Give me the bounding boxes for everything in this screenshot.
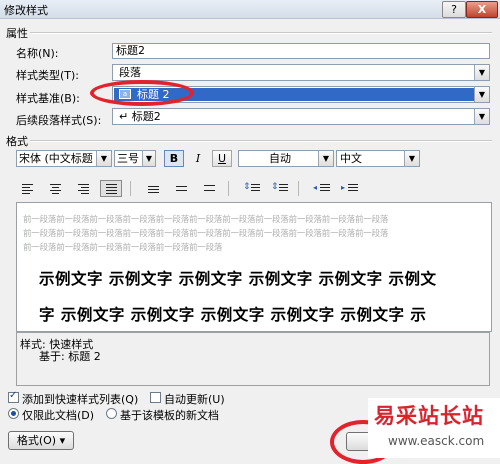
title-bar: 修改样式 ? X xyxy=(0,0,500,19)
radio-selected-dot xyxy=(11,411,16,416)
format-divider xyxy=(30,140,492,142)
watermark: 易采站长站 www.easck.com xyxy=(368,398,500,458)
style-type-value: 段落 xyxy=(119,66,141,79)
bold-button[interactable]: B xyxy=(164,150,184,167)
space-after-icon[interactable]: ⇕ xyxy=(268,180,290,197)
font-size-select[interactable]: 三号 ▼ xyxy=(114,150,156,167)
underline-button[interactable]: U xyxy=(212,150,232,167)
toolbar-separator xyxy=(228,181,229,196)
preview-prev-paragraph-line: 前一段落前一段落前一段落前一段落前一段落前一段落前一段落前一段落前一段落前一段落… xyxy=(23,229,389,239)
watermark-url: www.easck.com xyxy=(388,434,485,448)
next-style-dropdown-icon[interactable]: ▼ xyxy=(474,109,489,124)
only-this-document-label: 仅限此文档(D) xyxy=(22,409,95,422)
font-color-value: 自动 xyxy=(269,152,291,165)
line-spacing-double-icon[interactable] xyxy=(198,180,220,197)
font-size-dropdown-icon[interactable]: ▼ xyxy=(142,151,155,166)
font-color-dropdown-icon[interactable]: ▼ xyxy=(318,151,333,166)
toolbar-separator xyxy=(130,181,131,196)
format-menu-button[interactable]: 格式(O) ▾ xyxy=(8,431,74,450)
annotation-ellipse-based-on xyxy=(90,80,194,106)
new-documents-label: 基于该模板的新文档 xyxy=(120,409,219,422)
style-type-select[interactable]: 段落 ▼ xyxy=(112,64,490,81)
justify-icon[interactable] xyxy=(100,180,122,197)
font-dropdown-icon[interactable]: ▼ xyxy=(96,151,111,166)
next-style-value: ↵ 标题2 xyxy=(119,110,161,123)
preview-sample-text-line: 示例文字 示例文字 示例文字 示例文字 示例文字 示例文 xyxy=(39,270,437,288)
language-select[interactable]: 中文 ▼ xyxy=(336,150,420,167)
font-color-select[interactable]: 自动 ▼ xyxy=(238,150,334,167)
format-section-label: 格式 xyxy=(6,135,28,148)
language-dropdown-icon[interactable]: ▼ xyxy=(404,151,419,166)
line-spacing-single-icon[interactable] xyxy=(142,180,164,197)
description-line-based-on: 基于: 标题 2 xyxy=(39,350,101,363)
font-size-value: 三号 xyxy=(117,152,139,165)
align-left-icon[interactable] xyxy=(16,180,38,197)
name-label: 名称(N): xyxy=(16,47,59,60)
style-type-dropdown-icon[interactable]: ▼ xyxy=(474,65,489,80)
check-icon: ✓ xyxy=(9,390,18,401)
window-title: 修改样式 xyxy=(4,4,48,17)
italic-button[interactable]: I xyxy=(188,150,208,167)
align-center-icon[interactable] xyxy=(44,180,66,197)
name-input[interactable]: 标题2 xyxy=(112,43,490,59)
preview-prev-paragraph-line: 前一段落前一段落前一段落前一段落前一段落前一段落 xyxy=(23,243,223,253)
align-right-icon[interactable] xyxy=(72,180,94,197)
line-spacing-onehalf-icon[interactable] xyxy=(170,180,192,197)
toolbar-separator xyxy=(298,181,299,196)
watermark-text: 易采站长站 xyxy=(374,403,484,428)
preview-sample-text-line: 字 示例文字 示例文字 示例文字 示例文字 示例文字 示 xyxy=(39,306,427,324)
style-preview: 前一段落前一段落前一段落前一段落前一段落前一段落前一段落前一段落前一段落前一段落… xyxy=(16,202,492,332)
style-description: 样式: 快速样式 基于: 标题 2 xyxy=(16,332,490,386)
close-button[interactable]: X xyxy=(466,1,498,18)
decrease-indent-icon[interactable]: ◂ xyxy=(310,180,332,197)
properties-section-label: 属性 xyxy=(6,27,28,40)
style-type-label: 样式类型(T): xyxy=(16,69,80,82)
font-value: 宋体 (中文标题 xyxy=(19,152,93,165)
add-quick-style-checkbox[interactable]: ✓ xyxy=(8,390,19,403)
font-select[interactable]: 宋体 (中文标题 ▼ xyxy=(16,150,112,167)
auto-update-checkbox[interactable] xyxy=(150,392,161,403)
preview-prev-paragraph-line: 前一段落前一段落前一段落前一段落前一段落前一段落前一段落前一段落前一段落前一段落… xyxy=(23,215,389,225)
next-style-label: 后续段落样式(S): xyxy=(16,114,102,127)
new-documents-radio[interactable] xyxy=(106,408,117,419)
auto-update-label: 自动更新(U) xyxy=(164,393,225,406)
add-quick-style-label: 添加到快速样式列表(Q) xyxy=(22,393,139,406)
only-this-document-radio[interactable] xyxy=(8,408,19,419)
help-button[interactable]: ? xyxy=(442,1,466,18)
properties-divider xyxy=(30,32,492,34)
language-value: 中文 xyxy=(340,152,362,165)
style-based-dropdown-icon[interactable]: ▼ xyxy=(474,87,489,102)
next-style-select[interactable]: ↵ 标题2 ▼ xyxy=(112,108,490,125)
style-based-label: 样式基准(B): xyxy=(16,92,80,105)
increase-indent-icon[interactable]: ▸ xyxy=(338,180,360,197)
space-before-icon[interactable]: ⇕ xyxy=(240,180,262,197)
